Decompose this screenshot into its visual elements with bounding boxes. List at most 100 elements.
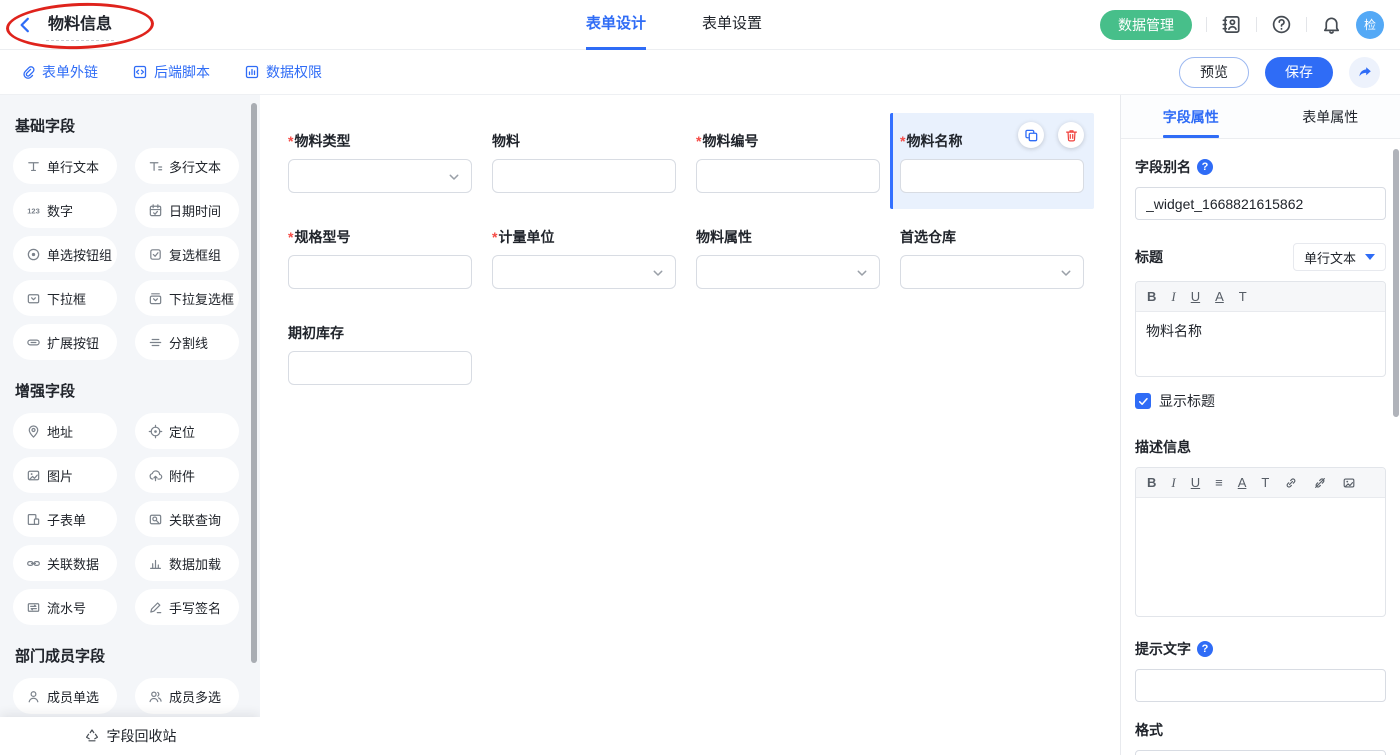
sidebar-item-serial-number[interactable]: 流水号	[13, 589, 117, 625]
sidebar-item-member-multi[interactable]: 成员多选	[135, 678, 239, 714]
divider-icon	[148, 335, 163, 350]
single-line-text-icon	[26, 159, 41, 174]
underline-icon[interactable]: U	[1191, 290, 1200, 303]
delete-field-button[interactable]	[1058, 122, 1084, 148]
text-input-control[interactable]	[900, 159, 1084, 193]
sidebar-item-divider[interactable]: 分割线	[135, 324, 239, 360]
font-size-icon[interactable]: T	[1239, 290, 1247, 303]
text-input-control[interactable]	[288, 255, 472, 289]
sidebar-item-signature[interactable]: 手写签名	[135, 589, 239, 625]
form-field-initial-stock[interactable]: 期初库存	[278, 305, 482, 401]
serial-number-icon	[26, 600, 41, 615]
share-button[interactable]	[1349, 57, 1380, 88]
sidebar-item-extend-button[interactable]: 扩展按钮	[13, 324, 117, 360]
radio-group-icon	[26, 247, 41, 262]
form-field-material-code[interactable]: *物料编号	[686, 113, 890, 209]
insert-image-icon[interactable]	[1342, 476, 1356, 490]
check-icon	[1138, 396, 1149, 407]
panel-scrollbar[interactable]	[1393, 149, 1399, 417]
field-recycle-bin[interactable]: 字段回收站	[0, 717, 260, 755]
sidebar-item-subform[interactable]: 子表单	[13, 501, 117, 537]
form-external-link[interactable]: 表单外链	[20, 62, 98, 82]
form-field-preferred-warehouse[interactable]: 首选仓库	[890, 209, 1094, 305]
page-title[interactable]: 物料信息	[46, 8, 114, 41]
linked-data-icon	[26, 556, 41, 571]
sidebar-item-checkbox-group[interactable]: 复选框组	[135, 236, 239, 272]
field-type-dropdown[interactable]: 单行文本	[1293, 243, 1386, 271]
select-control[interactable]	[900, 255, 1084, 289]
data-permission-link[interactable]: 数据权限	[244, 62, 322, 82]
field-alias-input[interactable]	[1135, 187, 1386, 220]
select-control[interactable]	[696, 255, 880, 289]
help-question-icon[interactable]: ?	[1197, 641, 1213, 657]
format-select[interactable]: 无	[1135, 750, 1386, 755]
enhanced-fields-grid: 地址 定位 图片 附件 子表单 关联查询 关联数据 数据加载 流水号 手写签名	[13, 413, 238, 625]
font-size-icon[interactable]: T	[1261, 476, 1269, 489]
text-input-control[interactable]	[492, 159, 676, 193]
tab-form-settings[interactable]: 表单设置	[702, 0, 762, 50]
panel-body: 字段别名 ? 标题 单行文本 B I U A	[1121, 157, 1400, 755]
notification-bell-icon[interactable]	[1321, 14, 1342, 35]
remove-link-icon[interactable]	[1313, 476, 1327, 490]
help-question-icon[interactable]: ?	[1197, 159, 1213, 175]
form-field-material[interactable]: 物料	[482, 113, 686, 209]
contacts-book-icon[interactable]	[1221, 14, 1242, 35]
sidebar-item-address[interactable]: 地址	[13, 413, 117, 449]
italic-icon[interactable]: I	[1171, 476, 1175, 489]
title-editor-content[interactable]: 物料名称	[1136, 312, 1385, 376]
sidebar-item-radio-group[interactable]: 单选按钮组	[13, 236, 117, 272]
number-icon	[26, 203, 41, 218]
italic-icon[interactable]: I	[1171, 290, 1175, 303]
sidebar-scrollbar[interactable]	[251, 103, 257, 663]
font-color-icon[interactable]: A	[1238, 476, 1247, 489]
top-bar: 物料信息 表单设计 表单设置 数据管理 检	[0, 0, 1400, 50]
sidebar-item-linked-data[interactable]: 关联数据	[13, 545, 117, 581]
sidebar-item-attachment[interactable]: 附件	[135, 457, 239, 493]
tab-form-design[interactable]: 表单设计	[586, 0, 646, 50]
sidebar-item-lookup[interactable]: 关联查询	[135, 501, 239, 537]
form-canvas[interactable]: *物料类型 物料 *物料编号 *物料名称	[260, 95, 1120, 755]
duplicate-field-button[interactable]	[1018, 122, 1044, 148]
sidebar-item-image[interactable]: 图片	[13, 457, 117, 493]
sidebar-item-select[interactable]: 下拉框	[13, 280, 117, 316]
tab-form-properties[interactable]: 表单属性	[1261, 95, 1400, 138]
hint-text-input[interactable]	[1135, 669, 1386, 702]
backend-script-link[interactable]: 后端脚本	[132, 62, 210, 82]
bold-icon[interactable]: B	[1147, 290, 1156, 303]
tab-field-properties[interactable]: 字段属性	[1121, 95, 1261, 138]
show-title-checkbox[interactable]	[1135, 393, 1151, 409]
preview-button[interactable]: 预览	[1179, 57, 1249, 88]
form-field-material-name-selected[interactable]: *物料名称	[890, 113, 1094, 209]
sidebar-item-number[interactable]: 数字	[13, 192, 117, 228]
bold-icon[interactable]: B	[1147, 476, 1156, 489]
back-button[interactable]	[16, 15, 36, 35]
user-avatar[interactable]: 检	[1356, 11, 1384, 39]
font-color-icon[interactable]: A	[1215, 290, 1224, 303]
save-button[interactable]: 保存	[1265, 57, 1333, 88]
text-input-control[interactable]	[288, 351, 472, 385]
form-field-spec-model[interactable]: *规格型号	[278, 209, 482, 305]
sidebar-item-single-line-text[interactable]: 单行文本	[13, 148, 117, 184]
sidebar-item-multi-line-text[interactable]: 多行文本	[135, 148, 239, 184]
form-field-material-attr[interactable]: 物料属性	[686, 209, 890, 305]
triangle-down-icon	[1365, 254, 1375, 260]
sidebar-item-member-single[interactable]: 成员单选	[13, 678, 117, 714]
field-label: 首选仓库	[900, 227, 1084, 247]
select-control[interactable]	[288, 159, 472, 193]
basic-fields-grid: 单行文本 多行文本 数字 日期时间 单选按钮组 复选框组 下拉框 下拉复选框 扩…	[13, 148, 238, 360]
form-field-material-type[interactable]: *物料类型	[278, 113, 482, 209]
sidebar-item-multi-select[interactable]: 下拉复选框	[135, 280, 239, 316]
insert-link-icon[interactable]	[1284, 476, 1298, 490]
data-manage-button[interactable]: 数据管理	[1100, 10, 1192, 40]
required-mark: *	[900, 133, 905, 149]
sidebar-item-location[interactable]: 定位	[135, 413, 239, 449]
align-icon[interactable]: ≡	[1215, 476, 1223, 489]
sidebar-item-datetime[interactable]: 日期时间	[135, 192, 239, 228]
text-input-control[interactable]	[696, 159, 880, 193]
sidebar-item-data-load[interactable]: 数据加载	[135, 545, 239, 581]
select-control[interactable]	[492, 255, 676, 289]
description-editor-content[interactable]	[1136, 498, 1385, 616]
underline-icon[interactable]: U	[1191, 476, 1200, 489]
help-icon[interactable]	[1271, 14, 1292, 35]
form-field-unit[interactable]: *计量单位	[482, 209, 686, 305]
